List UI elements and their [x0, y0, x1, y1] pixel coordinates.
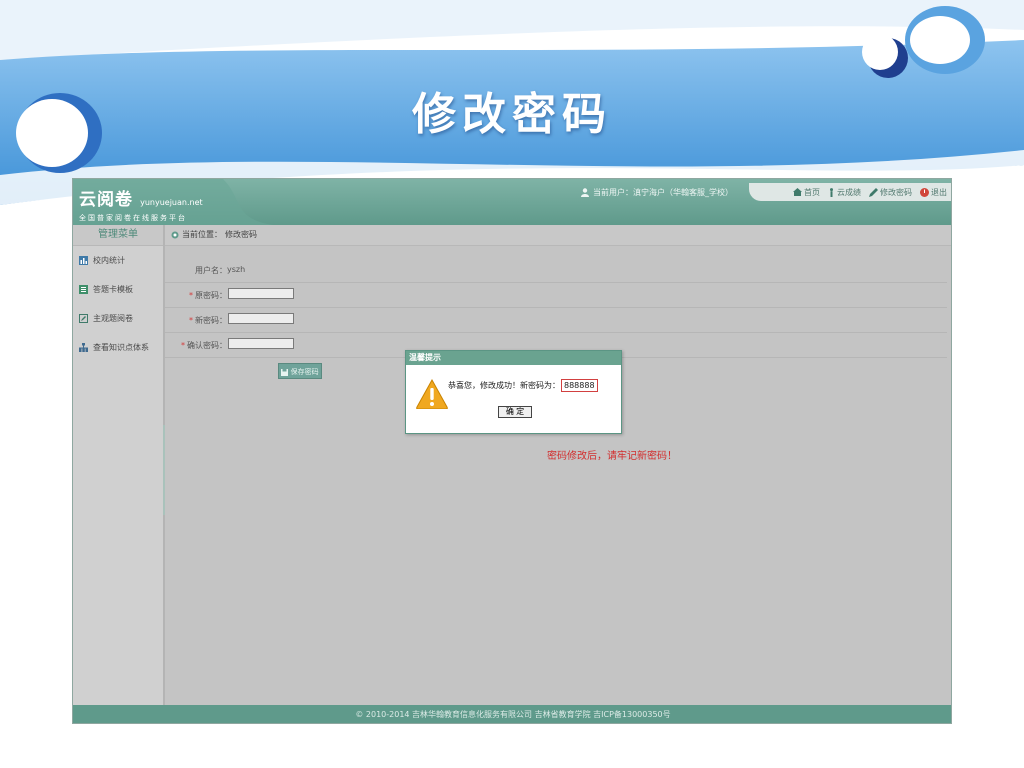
- logo-domain: yunyuejuan.net: [140, 198, 203, 207]
- new-password-value: 888888: [561, 379, 598, 392]
- new-password-label-wrap: * 新密码：: [165, 315, 227, 326]
- logo-main: 云阅卷: [79, 190, 133, 210]
- dialog-message: 恭喜您，修改成功！新密码为： 888888: [448, 379, 598, 392]
- old-password-label-wrap: * 原密码：: [165, 290, 227, 301]
- required-mark: *: [189, 316, 193, 325]
- logo: 云阅卷 yunyuejuan.net 全国普家阅卷在线服务平台: [79, 185, 203, 223]
- save-icon: [281, 368, 289, 376]
- required-mark: *: [181, 341, 185, 350]
- confirm-password-label-wrap: * 确认密码：: [165, 340, 227, 351]
- save-password-label: 保存密码: [290, 368, 319, 376]
- pen-icon: [79, 314, 88, 323]
- confirm-password-input[interactable]: [228, 338, 294, 349]
- location-icon: [171, 231, 179, 239]
- new-password-row: * 新密码：: [165, 308, 947, 333]
- password-reminder: 密码修改后，请牢记新密码！: [547, 451, 677, 462]
- footer: © 2010-2014 吉林华翰教育信息化服务有限公司 吉林省教育学院 吉ICP…: [73, 705, 951, 723]
- confirm-password-label: 确认密码：: [187, 341, 227, 350]
- person-icon: [830, 187, 833, 197]
- app-header: 云阅卷 yunyuejuan.net 全国普家阅卷在线服务平台 当前用户：滇宁海…: [73, 179, 951, 225]
- required-mark: *: [189, 291, 193, 300]
- new-password-input[interactable]: [228, 313, 294, 324]
- sidebar-heading: 管理菜单: [73, 225, 163, 246]
- home-icon: [793, 188, 802, 196]
- nav-logout[interactable]: 退出: [920, 187, 947, 198]
- old-password-input[interactable]: [228, 288, 294, 299]
- app-window: 云阅卷 yunyuejuan.net 全国普家阅卷在线服务平台 当前用户：滇宁海…: [72, 178, 952, 724]
- nav-cloud-score[interactable]: 云成绩: [828, 187, 861, 198]
- logo-subtitle: 全国普家阅卷在线服务平台: [79, 214, 187, 222]
- new-password-label: 新密码：: [195, 316, 227, 325]
- sidebar-item-label: 查看知识点体系: [93, 343, 149, 352]
- ok-button[interactable]: 确 定: [498, 406, 532, 418]
- nav-logout-label: 退出: [931, 187, 947, 197]
- old-password-row: * 原密码：: [165, 283, 947, 308]
- username-label: 用户名：: [195, 266, 227, 275]
- power-icon: [920, 187, 929, 197]
- main-panel: 当前位置： 修改密码 用户名： yszh * 原密码： * 新密码： * 确认密码： …: [165, 225, 951, 705]
- save-password-button[interactable]: 保存密码: [278, 363, 322, 379]
- user-icon: [581, 188, 589, 197]
- sidebar-item-answer-card[interactable]: 答题卡模板: [73, 275, 163, 304]
- nav-change-password[interactable]: 修改密码: [869, 187, 912, 198]
- chart-icon: [79, 256, 88, 265]
- nav-home[interactable]: 首页: [793, 187, 820, 198]
- nav-change-password-label: 修改密码: [880, 187, 912, 197]
- success-dialog: 温馨提示 恭喜您，修改成功！新密码为： 888888 确 定: [405, 350, 622, 434]
- username-value: yszh: [227, 265, 246, 274]
- dialog-message-text: 恭喜您，修改成功！新密码为：: [448, 381, 560, 390]
- username-row: 用户名： yszh: [165, 258, 947, 283]
- card-icon: [79, 285, 88, 294]
- sidebar-item-school-stats[interactable]: 校内统计: [73, 246, 163, 275]
- nav-cloud-score-label: 云成绩: [837, 187, 861, 197]
- sidebar-item-label: 答题卡模板: [93, 285, 133, 294]
- breadcrumb-prefix: 当前位置：: [182, 230, 222, 239]
- pen-icon: [869, 187, 878, 197]
- slide-title: 修改密码: [412, 89, 612, 140]
- sidebar-item-label: 校内统计: [93, 256, 125, 265]
- nav-home-label: 首页: [804, 187, 820, 197]
- old-password-label: 原密码：: [195, 291, 227, 300]
- breadcrumb-page[interactable]: 修改密码: [225, 225, 257, 245]
- sidebar-item-knowledge-system[interactable]: 查看知识点体系: [73, 333, 163, 362]
- warning-icon: [416, 379, 448, 409]
- sidebar: 管理菜单 校内统计 答题卡模板 主观题阅卷 查看知识点体系: [73, 225, 165, 705]
- current-user: 当前用户：滇宁海户（华翰客服_学校）: [581, 187, 733, 198]
- top-nav: 首页 云成绩 修改密码 退出: [749, 183, 951, 201]
- current-user-text: 当前用户：滇宁海户（华翰客服_学校）: [593, 188, 733, 197]
- dialog-title: 温馨提示: [406, 351, 621, 365]
- tree-icon: [79, 343, 88, 352]
- sidebar-item-label: 主观题阅卷: [93, 314, 133, 323]
- sidebar-item-subjective-marking[interactable]: 主观题阅卷: [73, 304, 163, 333]
- breadcrumb: 当前位置： 修改密码: [165, 225, 951, 246]
